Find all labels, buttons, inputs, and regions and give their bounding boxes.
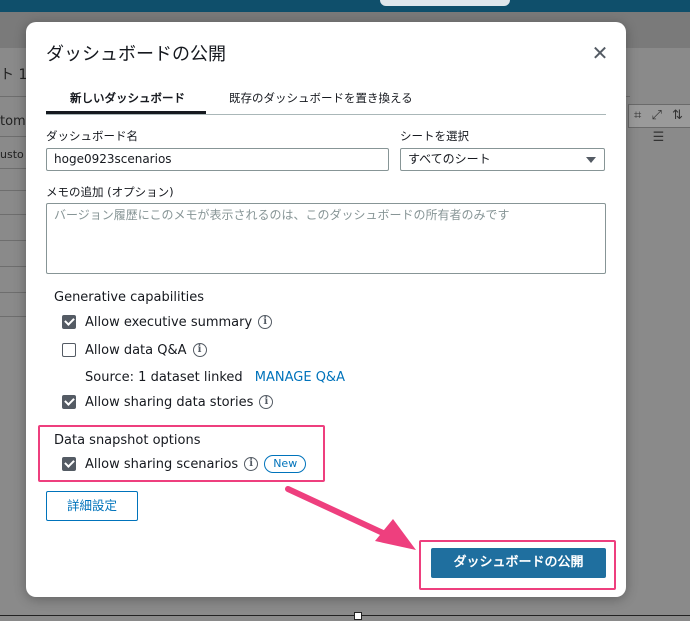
pointer-arrow-annotation — [285, 486, 416, 550]
arrow-shaft — [285, 486, 401, 543]
arrow-head — [375, 519, 416, 550]
